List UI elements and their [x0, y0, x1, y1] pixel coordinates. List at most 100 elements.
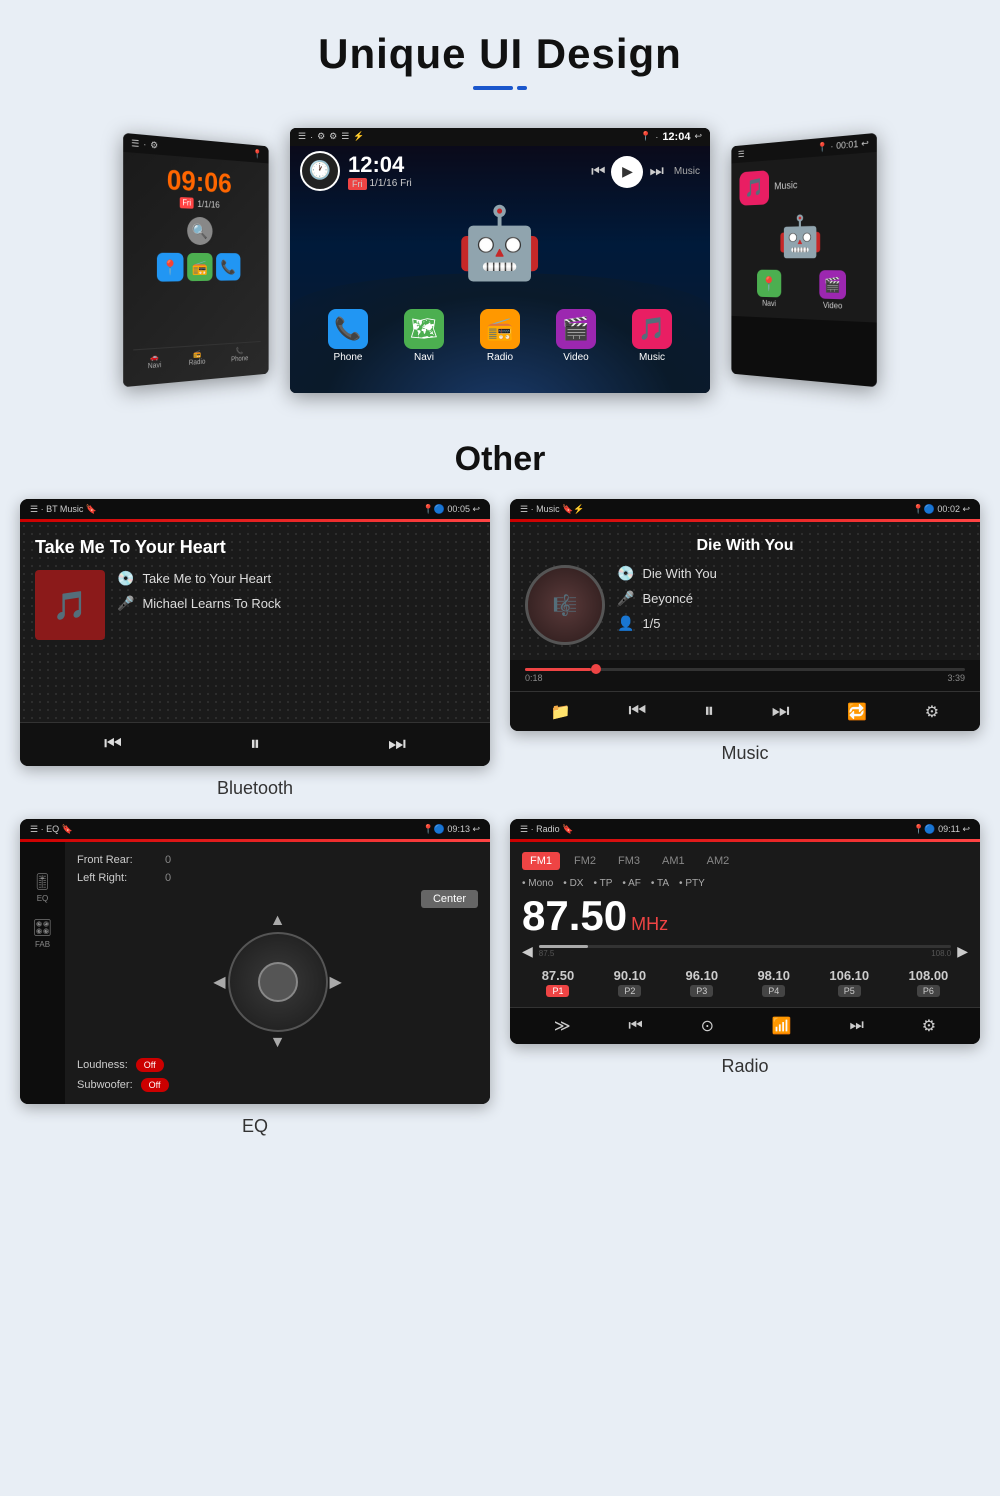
- app-video-center[interactable]: 🎬 Video: [556, 309, 596, 363]
- eq-right-button[interactable]: ▶: [330, 972, 342, 992]
- music-screen-item: ☰ · Music 🔖⚡ 📍🔵 00:02 ↩ Die With You 🎼 💿: [500, 499, 990, 819]
- radio-tune-right[interactable]: ▶: [957, 943, 968, 960]
- music-status-right: 📍🔵 00:02 ↩: [913, 504, 970, 515]
- prev-icon[interactable]: ⏮: [591, 163, 605, 181]
- app-navi-center[interactable]: 🗺 Navi: [404, 309, 444, 363]
- nav-item-radio[interactable]: 📻 Radio: [189, 350, 206, 367]
- music-details: 💿 Die With You 🎤 Beyoncé 👤 1/5: [617, 565, 965, 640]
- eq-label: EQ: [37, 894, 49, 903]
- radio-preset-p6[interactable]: 108.00 P6: [909, 968, 949, 997]
- app-phone-icon[interactable]: 📞: [216, 253, 240, 281]
- radio-band-am1[interactable]: AM1: [654, 852, 693, 870]
- bluetooth-screen-item: ☰ · BT Music 🔖 📍🔵 00:05 ↩ Take Me To You…: [10, 499, 500, 819]
- radio-antenna-icon[interactable]: 📶: [772, 1016, 792, 1036]
- radio-preset-p3[interactable]: 96.10 P3: [686, 968, 719, 997]
- music-progress-container: 0:18 3:39: [510, 660, 980, 691]
- preset-p6-freq: 108.00: [909, 968, 949, 983]
- radio-prev-button[interactable]: ⏮: [628, 1017, 642, 1035]
- eq-up-button[interactable]: ▲: [270, 912, 286, 930]
- music-prev-button[interactable]: ⏮: [628, 700, 646, 723]
- bt-next-button[interactable]: ⏭: [388, 733, 406, 756]
- option-dx[interactable]: DX: [563, 878, 583, 889]
- radio-band-fm2[interactable]: FM2: [566, 852, 604, 870]
- center-date-display: Fri 1/1/16 Fri: [348, 178, 412, 190]
- nav-item-navi[interactable]: 🚗 Navi: [148, 353, 162, 371]
- radio-app-label: Radio: [487, 352, 513, 363]
- left-apps: 📍 📻 📞: [157, 253, 240, 282]
- app-radio-center[interactable]: 📻 Radio: [480, 309, 520, 363]
- subwoofer-toggle[interactable]: Off: [141, 1078, 169, 1092]
- underline-long-bar: [473, 86, 513, 90]
- left-screen: ☰·⚙ 📍 09:06 Fri 1/1/16 🔍: [123, 133, 268, 387]
- app-phone-center[interactable]: 📞 Phone: [328, 309, 368, 363]
- radio-settings-icon[interactable]: ⚙: [922, 1016, 936, 1036]
- radio-presets: 87.50 P1 90.10 P2 96.10 P3 98.10: [522, 968, 968, 997]
- option-af[interactable]: AF: [622, 878, 641, 889]
- radio-preset-p1[interactable]: 87.50 P1: [542, 968, 575, 997]
- radio-slider-area: ◀ 87.5108.0 ▶: [522, 943, 968, 960]
- right-video-item[interactable]: 🎬 Video: [819, 270, 846, 311]
- progress-handle[interactable]: [591, 664, 601, 674]
- radio-scan-icon[interactable]: ⊙: [701, 1016, 714, 1036]
- app-music-center[interactable]: 🎵 Music: [632, 309, 672, 363]
- music-settings-icon[interactable]: ⚙: [925, 702, 939, 722]
- preset-p4-freq: 98.10: [757, 968, 790, 983]
- radio-band-fm1[interactable]: FM1: [522, 852, 560, 870]
- option-ta[interactable]: TA: [651, 878, 669, 889]
- preset-p3-badge: P3: [690, 985, 713, 997]
- music-repeat-icon[interactable]: 🔁: [847, 702, 867, 722]
- music-status-left: ☰ · Music 🔖⚡: [520, 504, 584, 515]
- video-app-icon: 🎬: [556, 309, 596, 349]
- radio-tune-left[interactable]: ◀: [522, 943, 533, 960]
- music-folder-icon[interactable]: 📁: [551, 702, 571, 722]
- radio-band-fm3[interactable]: FM3: [610, 852, 648, 870]
- next-icon[interactable]: ⏭: [649, 163, 663, 181]
- right-music-app: 🎵 Music: [740, 163, 867, 205]
- app-radio-icon[interactable]: 📻: [187, 253, 212, 281]
- music-controls-bar: 📁 ⏮ ⏸ ⏭ 🔁 ⚙: [510, 691, 980, 731]
- radio-band-am2[interactable]: AM2: [699, 852, 738, 870]
- navi-app-label: Navi: [414, 352, 434, 363]
- eq-left-button[interactable]: ◀: [213, 972, 225, 992]
- preset-p3-freq: 96.10: [686, 968, 719, 983]
- right-navi-item[interactable]: 📍 Navi: [757, 270, 781, 309]
- eq-sidebar-eq[interactable]: 🎚 EQ: [32, 872, 52, 903]
- radio-next-button[interactable]: ⏭: [850, 1017, 864, 1035]
- bluetooth-screen-frame: ☰ · BT Music 🔖 📍🔵 00:05 ↩ Take Me To You…: [20, 499, 490, 766]
- preset-p5-badge: P5: [838, 985, 861, 997]
- bt-prev-button[interactable]: ⏮: [104, 733, 122, 756]
- play-button[interactable]: ▶: [611, 156, 643, 188]
- music-progress-bar[interactable]: [525, 668, 965, 671]
- option-tp[interactable]: TP: [593, 878, 612, 889]
- music-next-button[interactable]: ⏭: [772, 700, 790, 723]
- nav-item-phone[interactable]: 📞 Phone: [231, 347, 248, 364]
- radio-preset-p2[interactable]: 90.10 P2: [614, 968, 647, 997]
- music-status-bar: ☰ · Music 🔖⚡ 📍🔵 00:02 ↩: [510, 499, 980, 519]
- option-mono[interactable]: Mono: [522, 878, 553, 889]
- right-screen: ☰ 📍·00:01↩ 🎵 Music 🤖: [731, 133, 876, 387]
- eq-sidebar-fab[interactable]: 🎛 FAB: [32, 918, 52, 949]
- bt-pause-button[interactable]: ⏸: [250, 733, 260, 756]
- right-status-right: 📍·00:01↩: [817, 137, 869, 153]
- music-screen-frame: ☰ · Music 🔖⚡ 📍🔵 00:02 ↩ Die With You 🎼 💿: [510, 499, 980, 731]
- app-navi-icon[interactable]: 📍: [157, 253, 184, 282]
- radio-preset-p4[interactable]: 98.10 P4: [757, 968, 790, 997]
- disc-icon: 💿: [117, 570, 134, 587]
- other-title: Other: [0, 440, 1000, 479]
- bt-artist-row: 🎤 Michael Learns To Rock: [117, 595, 475, 612]
- radio-list-icon[interactable]: ≫: [554, 1016, 571, 1036]
- eq-screen-item: ☰ · EQ 🔖 📍🔵 09:13 ↩ 🎚 EQ 🎛 FAB: [10, 819, 500, 1157]
- radio-progress-bar[interactable]: [539, 945, 951, 948]
- search-icon[interactable]: 🔍: [187, 217, 212, 246]
- option-pty[interactable]: PTY: [679, 878, 705, 889]
- eq-main: Front Rear: 0 Left Right: 0 Center: [65, 842, 490, 1104]
- title-decoration: [0, 86, 1000, 90]
- bt-status-right: 📍🔵 00:05 ↩: [423, 504, 480, 515]
- radio-screen-frame: ☰ · Radio 🔖 📍🔵 09:11 ↩ FM1 FM2 FM3 AM1 A…: [510, 819, 980, 1044]
- eq-down-button[interactable]: ▼: [270, 1034, 286, 1052]
- center-button[interactable]: Center: [421, 890, 478, 908]
- radio-preset-p5[interactable]: 106.10 P5: [829, 968, 869, 997]
- eq-knob[interactable]: [228, 932, 328, 1032]
- music-pause-button[interactable]: ⏸: [704, 700, 714, 723]
- loudness-toggle[interactable]: Off: [136, 1058, 164, 1072]
